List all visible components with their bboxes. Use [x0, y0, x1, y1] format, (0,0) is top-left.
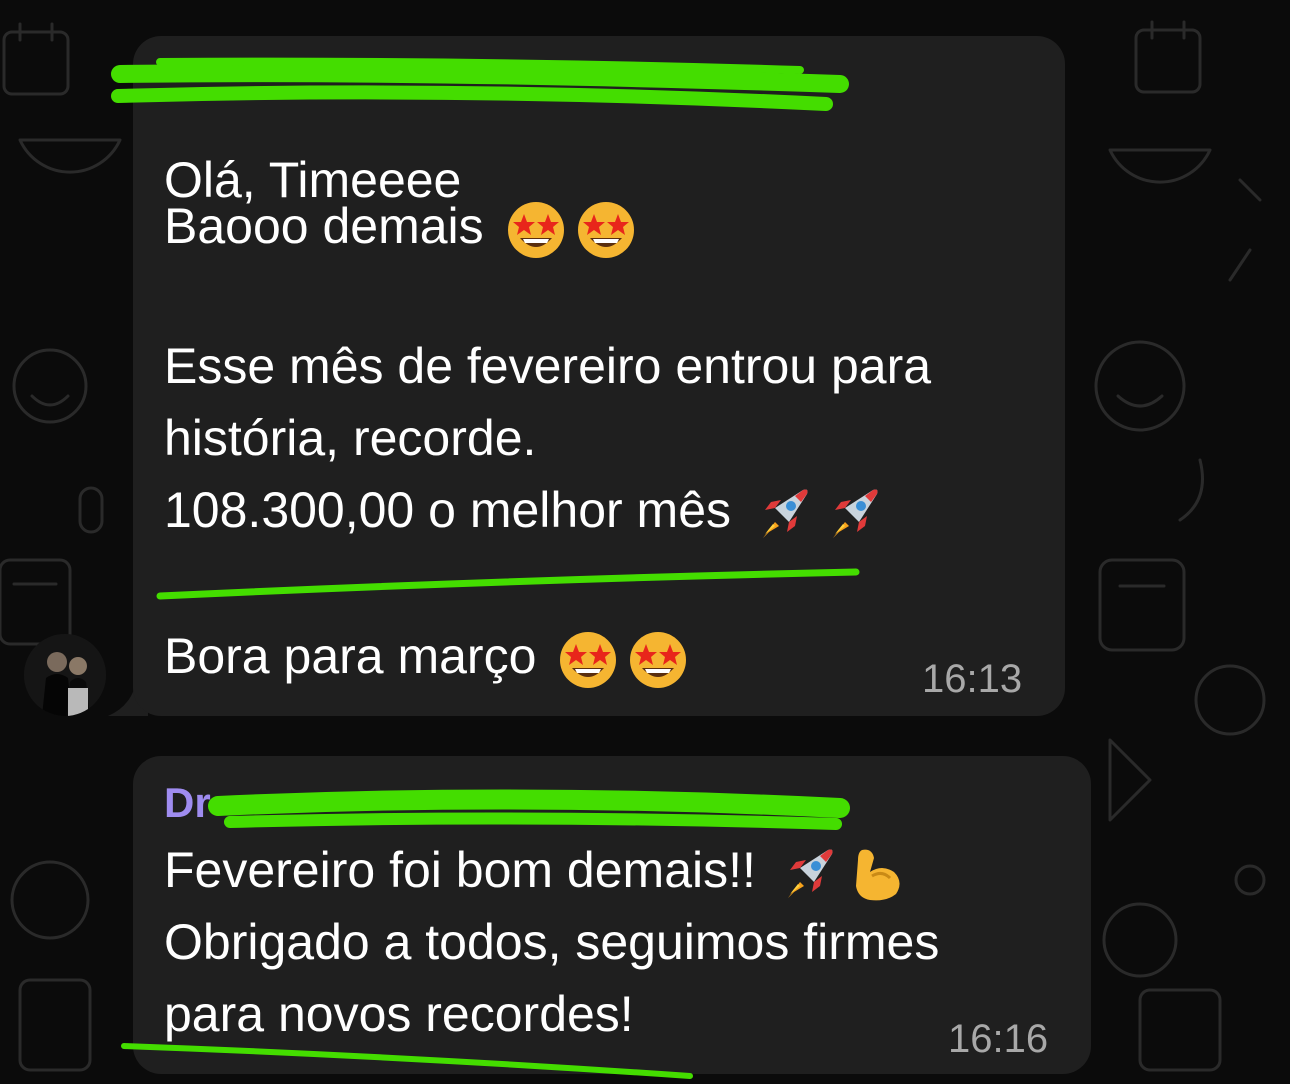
- message-text: Esse mês de fevereiro entrou para: [164, 338, 932, 394]
- star-struck-emoji-icon: [560, 631, 617, 688]
- message-text-line: Fevereiro foi bom demais!!: [164, 840, 910, 906]
- star-struck-emoji-icon: [507, 201, 564, 258]
- star-struck-emoji-icon: [630, 631, 687, 688]
- message-bubble[interactable]: Olá, Timeeee Baooo demais Esse mês de fe…: [133, 36, 1065, 716]
- message-text-line: Baooo demais: [164, 196, 638, 262]
- flexed-biceps-emoji-icon: [855, 849, 900, 901]
- message-text-line: história, recorde.: [164, 408, 536, 468]
- sender-name[interactable]: Dr: [164, 778, 211, 828]
- message-timestamp: 16:16: [948, 1017, 1049, 1061]
- message-text: Bora para março: [164, 628, 537, 684]
- rocket-emoji-icon: [787, 849, 833, 898]
- message-timestamp: 16:13: [922, 657, 1023, 701]
- message-text-line: Esse mês de fevereiro entrou para: [164, 336, 931, 396]
- message-text: Fevereiro foi bom demais!!: [164, 842, 756, 898]
- message-text: Obrigado a todos, seguimos firmes: [164, 914, 940, 970]
- message-text-line: 108.300,00 o melhor mês: [164, 480, 885, 546]
- avatar[interactable]: [24, 634, 106, 716]
- star-struck-emoji-icon: [577, 201, 634, 258]
- rocket-emoji-icon: [762, 489, 808, 538]
- message-text: Baooo demais: [164, 198, 484, 254]
- message-bubble[interactable]: Dr Fevereiro foi bom demais!! Obrigado a…: [133, 756, 1091, 1074]
- message-text: história, recorde.: [164, 410, 537, 466]
- message-text-line: Obrigado a todos, seguimos firmes: [164, 912, 939, 972]
- message-text: para novos recordes!: [164, 986, 634, 1042]
- message-text-line: Bora para março: [164, 626, 690, 692]
- message-text-line: para novos recordes!: [164, 984, 634, 1044]
- avatar-photo-icon: [24, 634, 106, 716]
- rocket-emoji-icon: [832, 489, 878, 538]
- message-text: 108.300,00 o melhor mês: [164, 482, 732, 538]
